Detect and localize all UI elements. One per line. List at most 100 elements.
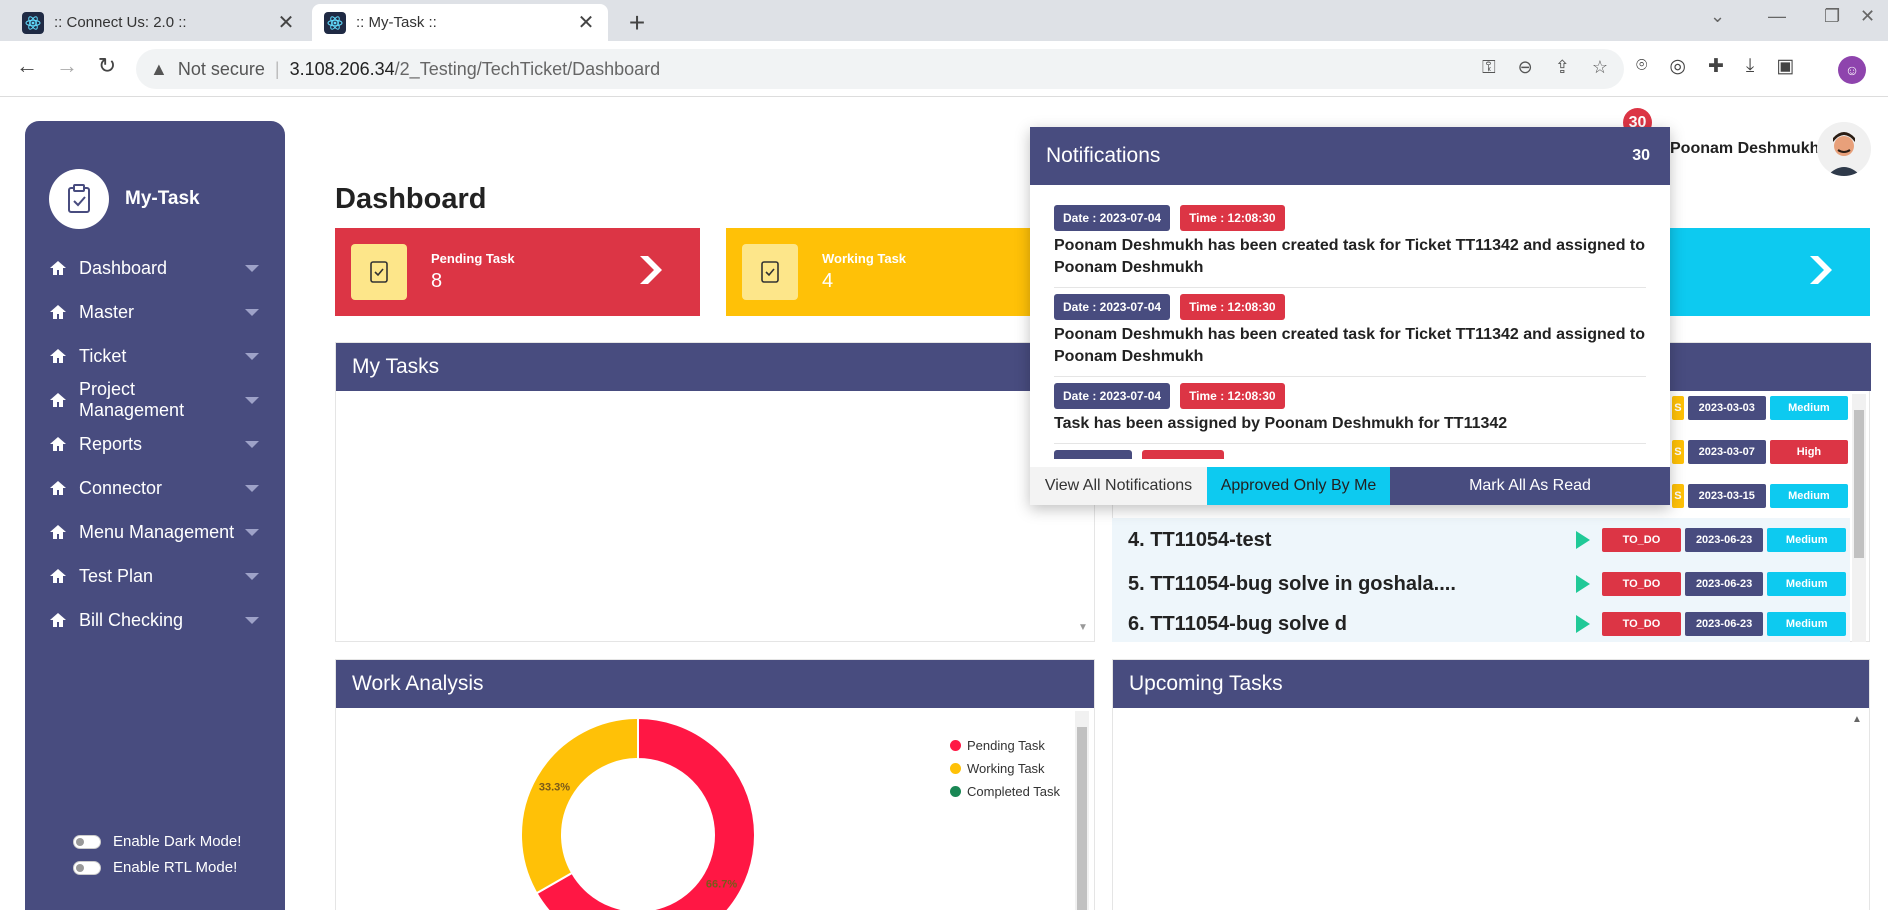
sidebar-item-ticket[interactable]: Ticket bbox=[49, 334, 259, 378]
caret-down-icon bbox=[245, 528, 259, 536]
close-tab-icon[interactable]: ✕ bbox=[276, 10, 296, 35]
task-row-partial[interactable]: S 2023-03-03 Medium bbox=[1672, 386, 1852, 430]
legend-item[interactable]: Working Task bbox=[950, 757, 1060, 780]
time-tag: Time : 12:08:30 bbox=[1180, 205, 1285, 231]
home-icon bbox=[50, 305, 66, 319]
browser-tab-connect-us[interactable]: :: Connect Us: 2.0 :: ✕ bbox=[10, 4, 308, 41]
tab-search-icon[interactable]: ⌄ bbox=[1710, 6, 1725, 27]
notification-item[interactable]: Date : 2023-07-04 Time : 12:08:30 Poonam… bbox=[1054, 294, 1646, 377]
donut-chart: 66.7% 33.3% bbox=[520, 716, 756, 910]
sidebar-item-dashboard[interactable]: Dashboard bbox=[49, 246, 259, 290]
legend-item[interactable]: Pending Task bbox=[950, 734, 1060, 757]
completed-task-card[interactable] bbox=[1670, 228, 1870, 316]
notification-item[interactable]: Date : 2023-07-04 Time : 12:08:30 Poonam… bbox=[1054, 205, 1646, 288]
sidebar-item-connector[interactable]: Connector bbox=[49, 466, 259, 510]
switch[interactable] bbox=[73, 834, 101, 849]
scrollbar-thumb[interactable] bbox=[1077, 727, 1087, 910]
restore-icon[interactable]: ❐ bbox=[1824, 6, 1840, 27]
notifications-count: 30 bbox=[1632, 147, 1650, 164]
view-all-notifications-link[interactable]: View All Notifications bbox=[1030, 467, 1207, 505]
task-row[interactable]: 6. TT11054-bug solve d TO_DO 2023-06-23 … bbox=[1112, 606, 1850, 642]
approved-only-button[interactable]: Approved Only By Me bbox=[1207, 467, 1390, 505]
play-icon[interactable] bbox=[1576, 575, 1591, 593]
sidebar-item-menu-management[interactable]: Menu Management bbox=[49, 510, 259, 554]
scroll-down-arrow-icon[interactable]: ▼ bbox=[1078, 622, 1088, 633]
extension-icon[interactable]: ◎ bbox=[1669, 55, 1686, 78]
time-tag: Time : 12:08:30 bbox=[1180, 383, 1285, 409]
task-name[interactable]: 6. TT11054-bug solve d bbox=[1128, 613, 1576, 636]
notification-text: Task has been assigned by Poonam Deshmuk… bbox=[1054, 415, 1508, 432]
status-pill: TO_DO bbox=[1602, 572, 1681, 596]
browser-tab-my-task[interactable]: :: My-Task :: ✕ bbox=[312, 4, 608, 41]
task-row[interactable]: 4. TT11054-test TO_DO 2023-06-23 Medium bbox=[1112, 518, 1850, 562]
task-row-partial[interactable]: S 2023-03-15 Medium bbox=[1672, 474, 1852, 518]
task-name[interactable]: 4. TT11054-test bbox=[1128, 529, 1576, 552]
donut-slice-working-task[interactable] bbox=[520, 716, 639, 895]
brand-name: My-Task bbox=[125, 188, 200, 209]
play-icon[interactable] bbox=[1576, 615, 1591, 633]
react-icon bbox=[22, 11, 44, 34]
priority-pill: High bbox=[1769, 440, 1848, 464]
url-input[interactable]: ▲ Not secure | 3.108.206.34 /2_Testing/T… bbox=[136, 49, 1624, 89]
sidebar-item-test-plan[interactable]: Test Plan bbox=[49, 554, 259, 598]
scrollbar-thumb[interactable] bbox=[1854, 410, 1864, 558]
new-tab-button[interactable]: + bbox=[622, 7, 652, 39]
sidebar-item-master[interactable]: Master bbox=[49, 290, 259, 334]
slice-label: 66.7% bbox=[706, 878, 737, 890]
home-icon bbox=[50, 481, 66, 495]
priority-pill: Medium bbox=[1767, 528, 1847, 552]
home-icon bbox=[50, 261, 66, 275]
bookmark-star-icon[interactable]: ☆ bbox=[1592, 57, 1608, 78]
chevron-right-icon[interactable] bbox=[1806, 252, 1836, 288]
sidebar-item-reports[interactable]: Reports bbox=[49, 422, 259, 466]
notification-item[interactable]: Date : 2023-07-04 Time : 12:08:30 Task h… bbox=[1054, 383, 1646, 444]
reload-icon[interactable]: ↻ bbox=[92, 53, 122, 79]
my-tasks-card: My Tasks bbox=[335, 342, 1095, 642]
minimize-icon[interactable]: — bbox=[1768, 6, 1786, 27]
pending-task-card[interactable]: Pending Task 8 bbox=[335, 228, 700, 316]
legend-item[interactable]: Completed Task bbox=[950, 780, 1060, 803]
mark-all-read-button[interactable]: Mark All As Read bbox=[1390, 467, 1670, 505]
profile-avatar-icon[interactable]: ☺ bbox=[1838, 56, 1866, 84]
dark-mode-toggle[interactable]: Enable Dark Mode! bbox=[73, 833, 241, 850]
task-row-partial[interactable]: S 2023-03-07 High bbox=[1672, 430, 1852, 474]
close-tab-icon[interactable]: ✕ bbox=[576, 10, 596, 35]
back-icon[interactable]: ← bbox=[12, 53, 42, 79]
my-tasks-title: My Tasks bbox=[336, 343, 1094, 391]
download-icon[interactable]: ⤓ bbox=[1746, 55, 1754, 78]
caret-down-icon bbox=[245, 352, 259, 360]
upcoming-tasks-title: Upcoming Tasks bbox=[1113, 660, 1869, 708]
scroll-up-arrow-icon[interactable]: ▲ bbox=[1852, 714, 1862, 725]
switch[interactable] bbox=[73, 860, 101, 875]
puzzle-icon[interactable]: ✚ bbox=[1708, 55, 1724, 78]
user-avatar[interactable] bbox=[1817, 122, 1871, 176]
side-panel-icon[interactable]: ▣ bbox=[1776, 55, 1794, 78]
sidebar-item-bill-checking[interactable]: Bill Checking bbox=[49, 598, 259, 642]
notifications-list[interactable]: Date : 2023-07-04 Time : 12:08:30 Poonam… bbox=[1030, 185, 1670, 459]
rtl-mode-toggle[interactable]: Enable RTL Mode! bbox=[73, 859, 237, 876]
warning-icon: ▲ bbox=[150, 58, 168, 79]
share-icon[interactable]: ⇪ bbox=[1555, 57, 1570, 78]
notification-item-partial[interactable] bbox=[1054, 450, 1646, 459]
task-list-scrollbar[interactable] bbox=[1852, 394, 1866, 642]
camera-icon[interactable]: ⌾ bbox=[1636, 55, 1647, 78]
date-pill: 2023-06-23 bbox=[1684, 612, 1764, 636]
sidebar-item-project-management[interactable]: Project Management bbox=[49, 378, 259, 422]
close-window-icon[interactable]: ✕ bbox=[1860, 6, 1875, 27]
security-label: Not secure bbox=[177, 58, 265, 79]
date-pill: 2023-06-23 bbox=[1684, 528, 1764, 552]
chevron-right-icon[interactable] bbox=[636, 252, 666, 288]
key-icon[interactable]: ⚿ bbox=[1482, 57, 1496, 78]
work-analysis-scrollbar[interactable] bbox=[1075, 711, 1089, 910]
caret-down-icon bbox=[245, 440, 259, 448]
sidebar-item-label: Test Plan bbox=[79, 565, 154, 586]
task-name[interactable]: 5. TT11054-bug solve in goshala.... bbox=[1128, 573, 1576, 596]
user-name[interactable]: Poonam Deshmukh bbox=[1670, 140, 1819, 158]
forward-icon[interactable]: → bbox=[52, 53, 82, 79]
play-icon[interactable] bbox=[1576, 531, 1591, 549]
date-pill: 2023-03-03 bbox=[1687, 396, 1766, 420]
task-row[interactable]: 5. TT11054-bug solve in goshala.... TO_D… bbox=[1112, 562, 1850, 606]
zoom-out-icon[interactable]: ⊖ bbox=[1518, 57, 1533, 78]
brand[interactable]: My-Task bbox=[49, 169, 200, 229]
working-task-card[interactable]: Working Task 4 bbox=[726, 228, 1030, 316]
